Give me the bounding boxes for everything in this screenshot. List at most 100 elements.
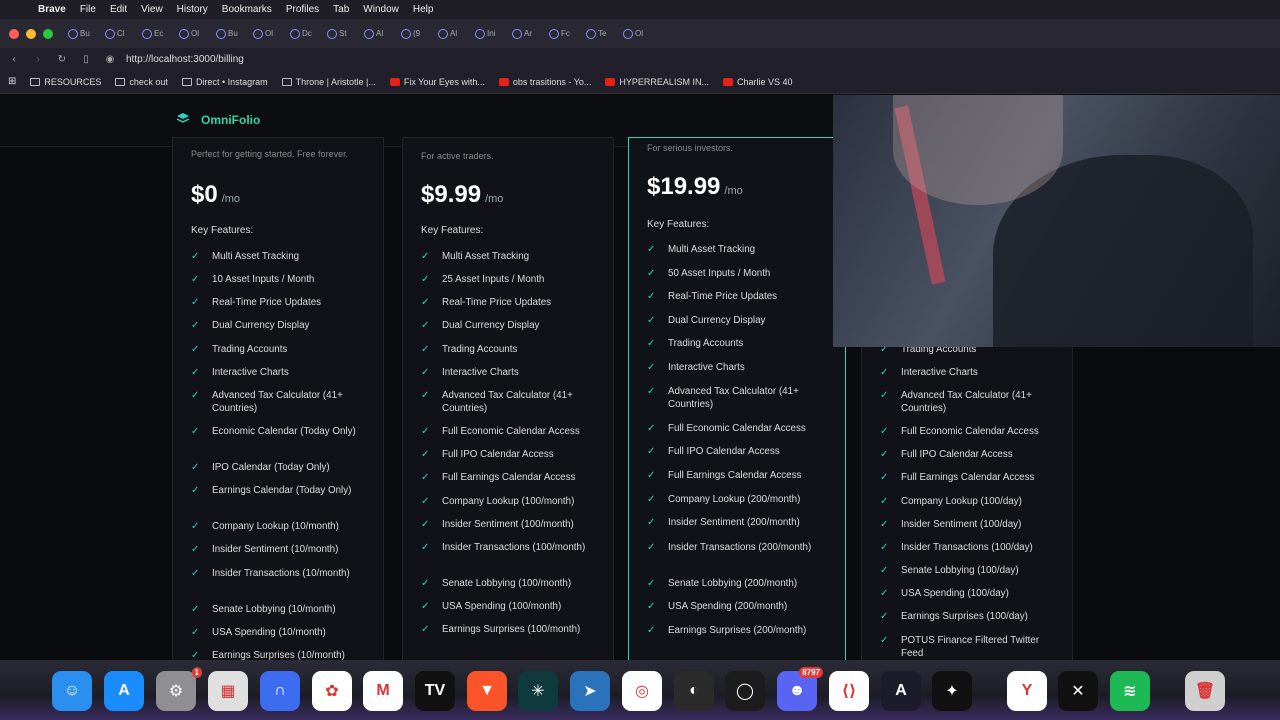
- menu-tab[interactable]: Tab: [333, 4, 349, 15]
- dock-chatgpt-icon[interactable]: ◯: [725, 671, 765, 711]
- bookmark-item[interactable]: Fix Your Eyes with...: [389, 77, 485, 87]
- feature-item: ✓ Full Earnings Calendar Access: [421, 471, 592, 484]
- check-icon: ✓: [421, 601, 430, 612]
- plan-period: /mo: [221, 193, 241, 205]
- youtube-icon: [722, 77, 733, 86]
- browser-tab[interactable]: Ol: [179, 24, 211, 44]
- dock-gmail-icon[interactable]: M: [363, 671, 403, 711]
- feature-item: ✓ Senate Lobbying (200/month): [647, 577, 818, 590]
- zoom-window-button[interactable]: [43, 28, 53, 39]
- dock-launchpad-icon[interactable]: ▦: [208, 671, 248, 711]
- browser-tab[interactable]: Bu: [68, 24, 100, 44]
- bookmark-item[interactable]: Throne | Aristotle |...: [281, 77, 376, 87]
- dock-telegram-icon[interactable]: ➤: [570, 671, 610, 711]
- feature-item: ✓ Economic Calendar (Today Only): [191, 425, 362, 438]
- dock-system-settings-icon[interactable]: ⚙ 1: [156, 667, 202, 711]
- dock-discord-icon[interactable]: ☻ 8797: [777, 667, 823, 711]
- check-icon: ✓: [191, 367, 200, 378]
- dock-photos-icon[interactable]: ✿: [312, 671, 352, 711]
- address-bar: ‹ › ↻ ▯ ◉ http://localhost:3000/billing: [0, 48, 1280, 70]
- bookmark-icon[interactable]: ▯: [76, 54, 96, 65]
- dock-vs-code-icon[interactable]: ⟨⟩: [829, 671, 869, 711]
- menu-window[interactable]: Window: [363, 4, 399, 15]
- check-icon: ✓: [191, 462, 200, 473]
- forward-icon[interactable]: ›: [28, 54, 48, 65]
- dock-app-store-icon[interactable]: A: [104, 671, 144, 711]
- bookmark-item[interactable]: RESOURCES: [30, 77, 101, 87]
- browser-tab[interactable]: Ec: [142, 24, 174, 44]
- bookmark-item[interactable]: HYPERREALISM IN...: [605, 77, 709, 87]
- omnifolio-logo-icon[interactable]: [176, 112, 190, 124]
- menu-bookmarks[interactable]: Bookmarks: [222, 4, 272, 15]
- feature-item: ✓ Trading Accounts: [421, 343, 592, 356]
- check-icon: ✓: [421, 390, 430, 401]
- bookmark-item[interactable]: Charlie VS 40: [722, 77, 792, 87]
- reload-icon[interactable]: ↻: [52, 54, 72, 65]
- minimize-window-button[interactable]: [26, 28, 36, 39]
- feature-item: ✓ Insider Transactions (100/month): [421, 541, 592, 554]
- site-info-icon[interactable]: ◉: [100, 54, 120, 65]
- feature-item: ✓ Dual Currency Display: [191, 319, 362, 332]
- check-icon: ✓: [421, 426, 430, 437]
- menu-profiles[interactable]: Profiles: [286, 4, 319, 15]
- dock-brave-icon[interactable]: ▼: [467, 671, 507, 711]
- feature-item: ✓ POTUS Finance Filtered Twitter Feed: [880, 634, 1051, 660]
- check-icon: ✓: [647, 517, 656, 528]
- dock-finder-icon[interactable]: ☺: [52, 671, 92, 711]
- feature-item: ✓ Full IPO Calendar Access: [880, 448, 1051, 461]
- browser-tab[interactable]: Al: [364, 24, 396, 44]
- dock-chrome-icon[interactable]: ◎: [622, 671, 662, 711]
- dock-tradingview-icon[interactable]: TV: [415, 671, 455, 711]
- feature-label: Dual Currency Display: [212, 320, 310, 331]
- dock-spotify-icon[interactable]: ≋: [1110, 671, 1150, 711]
- tab-favicon-icon: [216, 28, 226, 39]
- browser-tab[interactable]: Cl: [105, 24, 137, 44]
- browser-tab[interactable]: Bu: [216, 24, 248, 44]
- dock-yandex-icon[interactable]: Y: [1007, 671, 1047, 711]
- menu-app[interactable]: Brave: [38, 4, 66, 15]
- url-field[interactable]: http://localhost:3000/billing: [126, 54, 244, 65]
- menu-history[interactable]: History: [177, 4, 208, 15]
- bookmark-item[interactable]: obs trasitions - Yo...: [498, 77, 591, 87]
- dock-nord-icon[interactable]: ∩: [260, 671, 300, 711]
- feature-label: Full Economic Calendar Access: [901, 426, 1039, 437]
- menu-help[interactable]: Help: [413, 4, 434, 15]
- back-icon[interactable]: ‹: [4, 54, 24, 65]
- browser-tab[interactable]: Dc: [290, 24, 322, 44]
- check-icon: ✓: [647, 542, 656, 553]
- browser-tab[interactable]: Ol: [253, 24, 285, 44]
- bookmark-item[interactable]: Direct • Instagram: [181, 77, 268, 87]
- browser-tab[interactable]: Ol: [623, 24, 655, 44]
- menu-edit[interactable]: Edit: [110, 4, 127, 15]
- check-icon: ✓: [421, 519, 430, 530]
- notification-badge: 1: [191, 667, 202, 678]
- browser-tab[interactable]: Al: [438, 24, 470, 44]
- dock-trash-icon[interactable]: 🗑: [1185, 671, 1225, 711]
- dock-obs-icon[interactable]: ◐: [674, 671, 714, 711]
- plan-price: $19.99: [647, 173, 721, 200]
- browser-tab[interactable]: Fc: [549, 24, 581, 44]
- tab-favicon-icon: [623, 28, 633, 39]
- browser-tab[interactable]: Ini: [475, 24, 507, 44]
- check-icon: ✓: [421, 624, 430, 635]
- browser-tab[interactable]: Ar: [512, 24, 544, 44]
- dock-capcut-icon[interactable]: ✕: [1058, 671, 1098, 711]
- tab-title: Ol: [191, 29, 199, 38]
- feature-item: ✓ Senate Lobbying (100/day): [880, 564, 1051, 577]
- close-window-button[interactable]: [9, 28, 19, 39]
- tab-title: Ini: [487, 29, 496, 38]
- dock-openai-icon[interactable]: ✦: [932, 671, 972, 711]
- feature-label: USA Spending (100/day): [901, 588, 1009, 599]
- dock-perplexity-icon[interactable]: ✳: [518, 671, 558, 711]
- browser-tab[interactable]: St: [327, 24, 359, 44]
- bookmark-item[interactable]: check out: [115, 77, 168, 87]
- menu-view[interactable]: View: [141, 4, 163, 15]
- feature-label: Advanced Tax Calculator (41+ Countries): [442, 390, 573, 414]
- browser-tab[interactable]: (9: [401, 24, 433, 44]
- apps-grid-icon[interactable]: ⊞: [8, 76, 16, 87]
- menu-file[interactable]: File: [80, 4, 96, 15]
- browser-tab[interactable]: Te: [586, 24, 618, 44]
- dock-arc-icon[interactable]: A: [881, 671, 921, 711]
- brand-name[interactable]: OmniFolio: [201, 113, 260, 127]
- check-icon: ✓: [191, 568, 200, 579]
